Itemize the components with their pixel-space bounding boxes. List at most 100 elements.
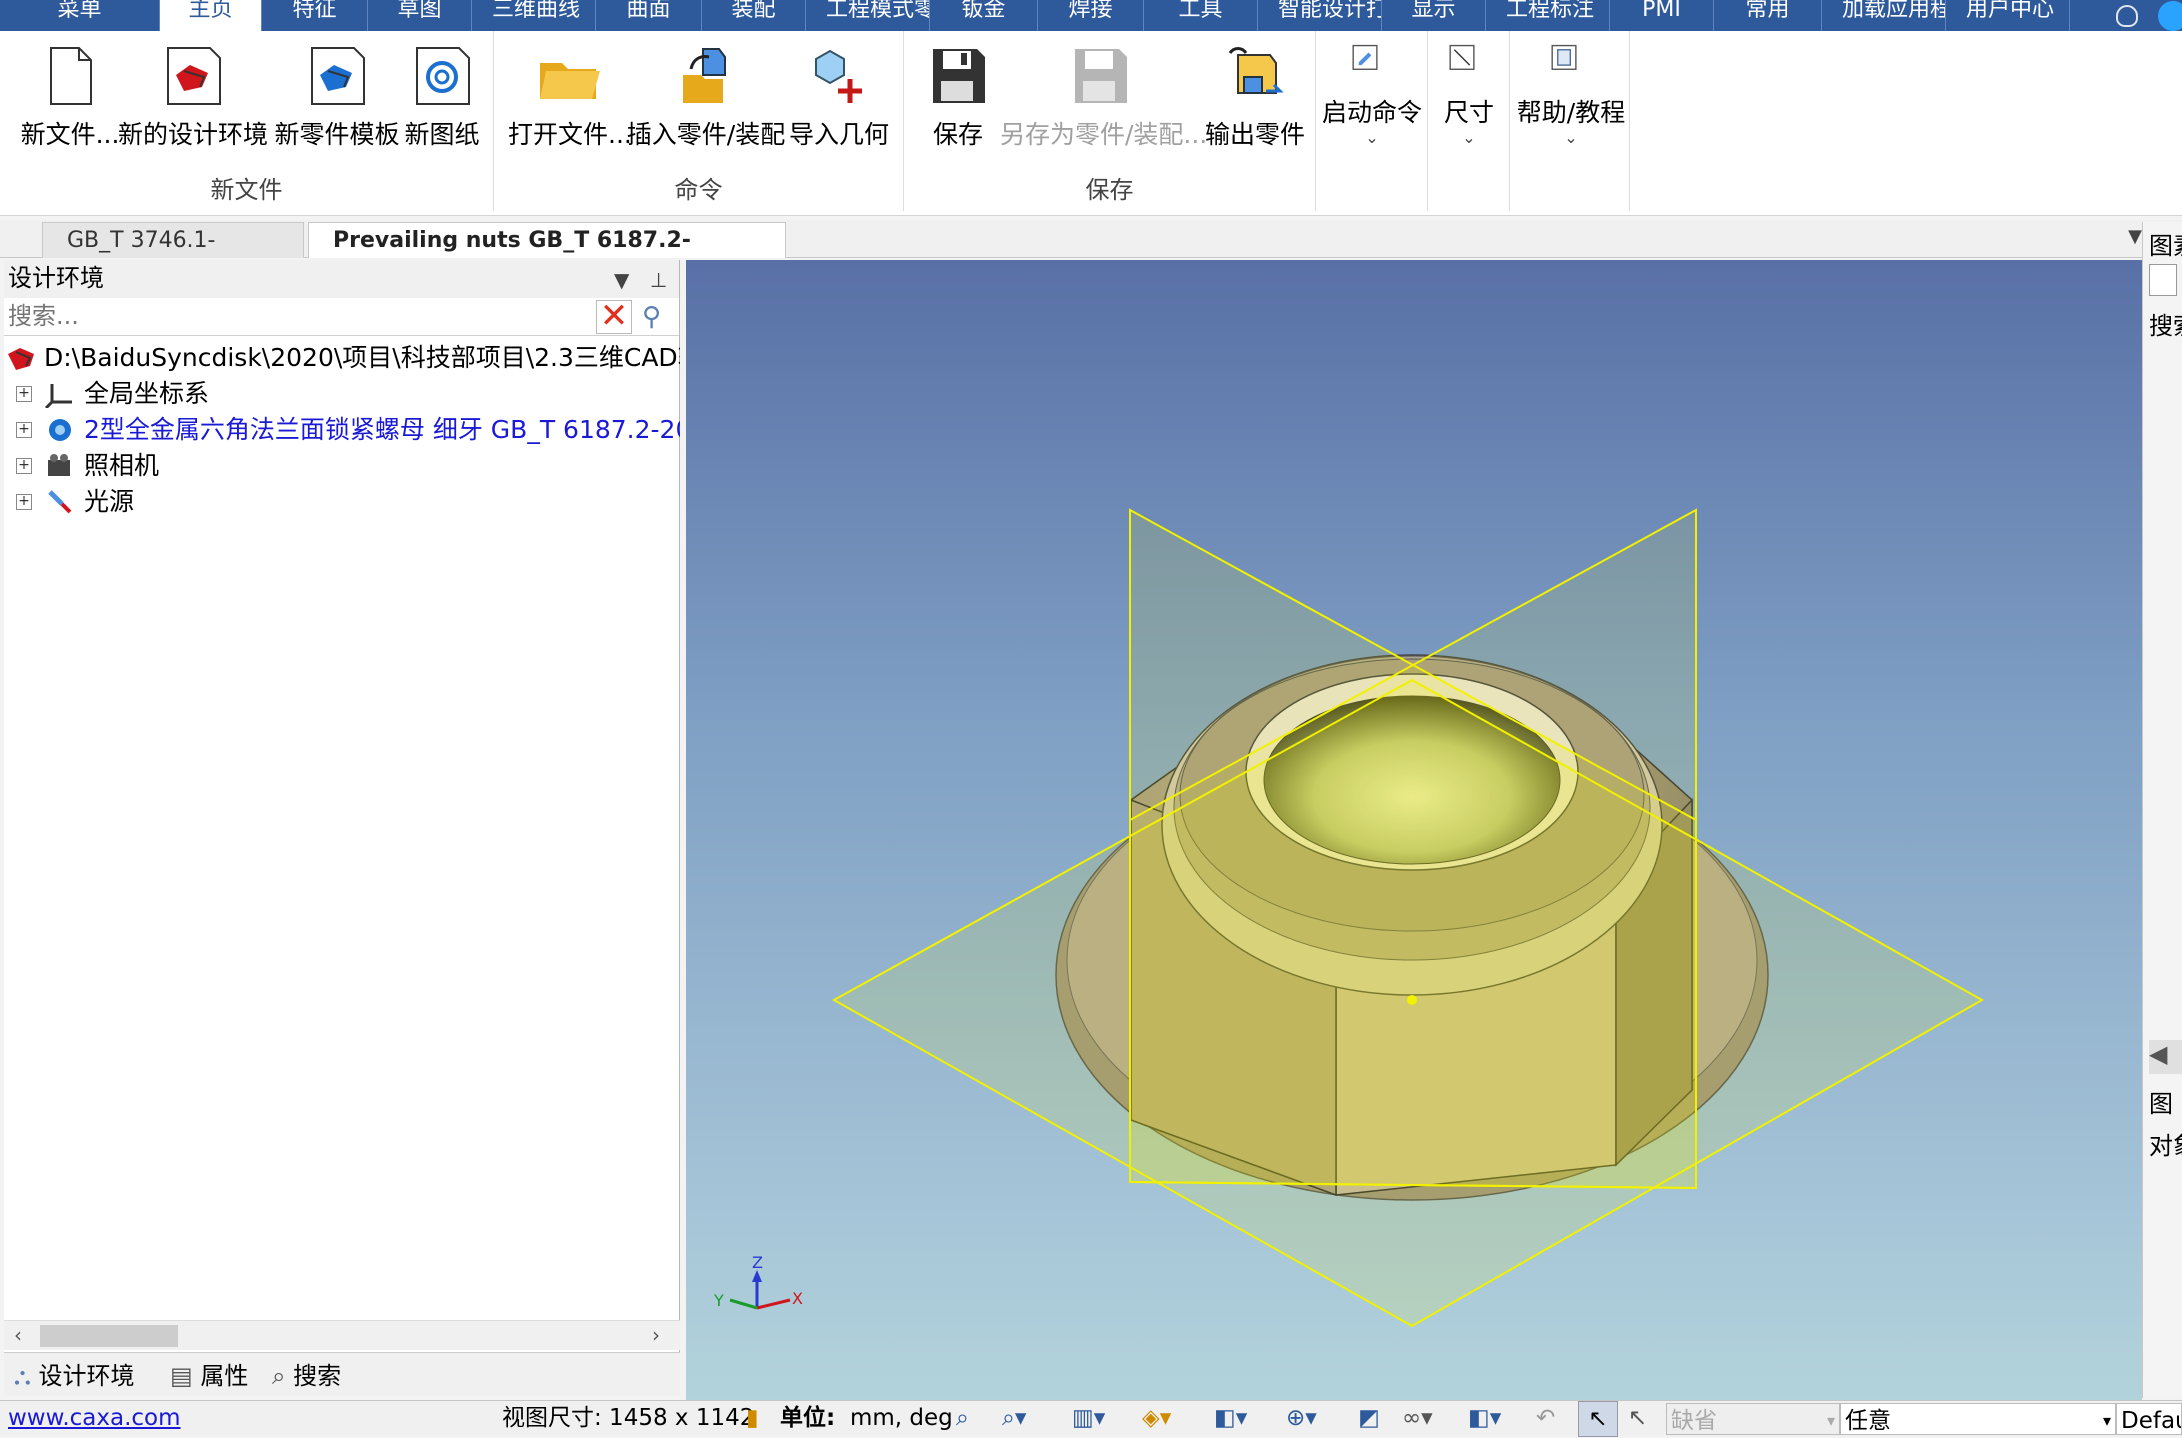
new-file-label: 新文件... xyxy=(20,120,120,149)
expand-icon[interactable]: + xyxy=(16,386,32,402)
tabs-dropdown-icon[interactable]: ▼ xyxy=(2128,226,2142,247)
origin-point[interactable] xyxy=(1407,995,1417,1005)
menu-tools[interactable]: 工具 xyxy=(1144,0,1258,31)
filter-icon[interactable]: ⚲ xyxy=(642,302,661,332)
axis-y-label: Y xyxy=(713,1291,724,1310)
menu-sheet-metal[interactable]: 钣金 xyxy=(930,0,1038,31)
import-geometry-button[interactable]: 导入几何 xyxy=(784,45,894,151)
expand-icon[interactable]: + xyxy=(16,422,32,438)
select-arrow-icon[interactable]: ↖ xyxy=(1578,1401,1618,1437)
scroll-thumb[interactable] xyxy=(40,1325,178,1347)
view-orient-icon[interactable]: ▥▾ xyxy=(1072,1401,1105,1435)
dimension-icon xyxy=(1449,44,1475,70)
dimension-button[interactable]: 尺寸 ⌄ xyxy=(1434,41,1504,147)
zoom-icon[interactable]: ⌕ xyxy=(956,1401,969,1435)
help-tutorial-button[interactable]: 帮助/教程 ⌄ xyxy=(1516,41,1626,146)
display-cube-icon[interactable]: ◧▾ xyxy=(1214,1401,1247,1435)
menu-pmi[interactable]: PMI xyxy=(1610,0,1714,31)
new-file-button[interactable]: 新文件... xyxy=(20,45,120,151)
ruler-icon: ▮ xyxy=(746,1405,759,1431)
right-panel-collapse-icon[interactable]: ◀ xyxy=(2149,1040,2182,1074)
unit-value[interactable]: mm, deg xyxy=(850,1401,953,1435)
new-part-template-button[interactable]: 新零件模板 xyxy=(272,45,402,151)
menu-welding[interactable]: 焊接 xyxy=(1038,0,1144,31)
style-select[interactable]: Default xyxy=(2116,1403,2182,1435)
menu-sketch[interactable]: 草图 xyxy=(368,0,472,31)
menu-caidan[interactable]: 菜单 xyxy=(0,0,160,31)
expand-icon[interactable]: + xyxy=(16,494,32,510)
section-view-icon[interactable]: ◩ xyxy=(1358,1401,1380,1435)
menu-addins[interactable]: 加载应用程 xyxy=(1822,0,1946,31)
menu-user-center[interactable]: 用户中心 xyxy=(1946,0,2070,31)
menu-common[interactable]: 常用 xyxy=(1714,0,1822,31)
axis-x-label: X xyxy=(792,1289,803,1308)
menu-feature[interactable]: 特征 xyxy=(262,0,368,31)
right-panel-search[interactable]: 搜索 xyxy=(2149,306,2182,341)
search-icon: ⌕ xyxy=(272,1362,286,1390)
floppy-disk-disabled-icon xyxy=(1075,49,1127,103)
pick-filter-icon[interactable]: ↖ xyxy=(1628,1401,1647,1435)
right-panel-button[interactable] xyxy=(2149,264,2177,296)
tab-gb-t-3746[interactable]: GB_T 3746.1-1983.ics xyxy=(42,222,304,289)
menu-home[interactable]: 主页 xyxy=(160,0,262,31)
lightbulb-icon[interactable] xyxy=(2116,4,2138,27)
horizontal-scrollbar[interactable]: ‹ › xyxy=(4,1320,680,1350)
right-panel-objects: 对象 xyxy=(2149,1132,2182,1160)
import-geometry-label: 导入几何 xyxy=(788,120,889,149)
tree-root[interactable]: D:\BaiduSyncdisk\2020\项目\科技部项目\2.3三维CAD软… xyxy=(4,340,680,376)
scroll-right-icon[interactable]: › xyxy=(652,1323,660,1347)
chevron-down-icon: ⌄ xyxy=(1462,128,1476,147)
website-link[interactable]: www.caxa.com xyxy=(8,1401,181,1435)
tab-properties[interactable]: ▤ 属性 xyxy=(170,1359,248,1393)
scroll-left-icon[interactable]: ‹ xyxy=(14,1323,22,1347)
new-design-env-button[interactable]: 新的设计环境 xyxy=(118,45,268,151)
menu-3d-curve[interactable]: 三维曲线 xyxy=(472,0,596,31)
insert-part-icon xyxy=(683,48,726,103)
glasses-icon[interactable]: ∞▾ xyxy=(1402,1401,1433,1435)
tree-item-nut-part[interactable]: + 2型全金属六角法兰面锁紧螺母 细牙 GB_T 6187.2-2016 xyxy=(4,412,680,448)
menu-surface[interactable]: 曲面 xyxy=(596,0,702,31)
menu-engineering-mode[interactable]: 工程模式零 xyxy=(806,0,930,31)
group-save-label: 保存 xyxy=(1085,176,1134,204)
menu-display[interactable]: 显示 xyxy=(1382,0,1486,31)
default-filter-value: 缺省 xyxy=(1671,1408,1717,1434)
open-file-button[interactable]: 打开文件... xyxy=(508,45,632,151)
save-as-button[interactable]: 另存为零件/装配... xyxy=(1000,45,1207,151)
menu-assembly[interactable]: 装配 xyxy=(702,0,806,31)
group-command-label: 命令 xyxy=(674,176,723,204)
rotate-view-icon[interactable]: ⊕▾ xyxy=(1286,1401,1317,1435)
tab-design-env[interactable]: ⛬ 设计环境 xyxy=(14,1359,134,1393)
tree-item-light[interactable]: + 光源 xyxy=(4,484,680,520)
tab-prevailing-nuts[interactable]: Prevailing nuts GB_T 6187.2-2016.ics × xyxy=(308,222,786,292)
expand-icon[interactable]: + xyxy=(16,458,32,474)
tree-root-label: D:\BaiduSyncdisk\2020\项目\科技部项目\2.3三维CAD软… xyxy=(44,343,680,372)
any-filter-select[interactable]: 任意 ▾ xyxy=(1840,1403,2116,1435)
new-part-template-label: 新零件模板 xyxy=(274,120,400,149)
menu-smart-design[interactable]: 智能设计打 xyxy=(1258,0,1382,31)
default-filter-select[interactable]: 缺省 ▾ xyxy=(1666,1403,1840,1435)
3d-viewport[interactable]: Z X Y xyxy=(686,260,2142,1400)
tree-item-global-coordinates[interactable]: + 全局坐标系 xyxy=(4,376,680,412)
tab-search[interactable]: ⌕ 搜索 xyxy=(272,1359,341,1393)
view-cube-icon[interactable]: ◧▾ xyxy=(1468,1401,1501,1435)
tree-item-camera[interactable]: + 照相机 xyxy=(4,448,680,484)
scene: Z X Y xyxy=(713,508,1985,1328)
start-command-button[interactable]: 启动命令 ⌄ xyxy=(1322,41,1422,146)
new-drawing-button[interactable]: 新图纸 xyxy=(402,45,482,151)
pin-icon[interactable]: ⊥ xyxy=(650,262,667,298)
zoom-window-icon[interactable]: ⌕▾ xyxy=(1002,1401,1026,1435)
clear-search-icon[interactable]: ✕ xyxy=(596,299,632,334)
view-size: 视图尺寸: 1458 x 1142 xyxy=(502,1405,755,1431)
panel-menu-icon[interactable]: ▼ xyxy=(614,262,629,298)
export-part-button[interactable]: 输出零件 xyxy=(1200,45,1310,151)
save-button[interactable]: 保存 xyxy=(916,45,1000,151)
menu-annotation[interactable]: 工程标注 xyxy=(1486,0,1610,31)
user-avatar-icon[interactable] xyxy=(2158,0,2182,31)
group-start-command: 启动命令 ⌄ xyxy=(1316,31,1428,211)
part-template-icon xyxy=(311,47,365,105)
right-panel-tab[interactable]: 图 xyxy=(2149,1084,2173,1119)
undo-icon[interactable]: ↶ xyxy=(1536,1401,1555,1435)
tree-search-input[interactable] xyxy=(4,298,584,334)
render-mode-icon[interactable]: ◈▾ xyxy=(1142,1401,1171,1435)
insert-part-button[interactable]: 插入零件/装配 xyxy=(626,45,786,151)
